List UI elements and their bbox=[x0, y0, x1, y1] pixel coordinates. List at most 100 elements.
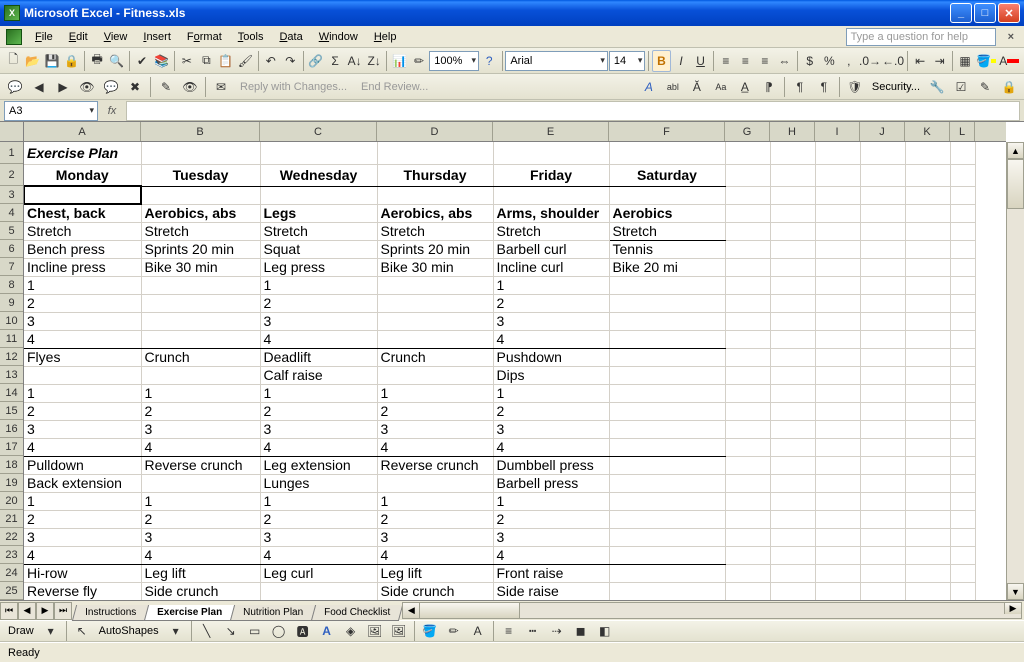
cell-L7[interactable] bbox=[950, 258, 975, 276]
cell-D24[interactable]: Leg lift bbox=[377, 564, 493, 582]
cell-H25[interactable] bbox=[770, 582, 815, 600]
cell-B19[interactable] bbox=[141, 474, 260, 492]
menu-window[interactable]: Window bbox=[312, 29, 365, 45]
print-icon[interactable]: 🖶 bbox=[88, 50, 107, 72]
cell-L14[interactable] bbox=[950, 384, 975, 402]
cell-A21[interactable]: 2 bbox=[24, 510, 141, 528]
cell-C14[interactable]: 1 bbox=[260, 384, 377, 402]
cell-D17[interactable]: 4 bbox=[377, 438, 493, 456]
percent-icon[interactable]: % bbox=[820, 50, 839, 72]
cell-H10[interactable] bbox=[770, 312, 815, 330]
cell-D21[interactable]: 2 bbox=[377, 510, 493, 528]
fx-icon[interactable]: fx bbox=[102, 101, 122, 121]
currency-icon[interactable]: $ bbox=[801, 50, 820, 72]
cell-C18[interactable]: Leg extension bbox=[260, 456, 377, 474]
text-a3-icon[interactable]: Aa bbox=[710, 76, 732, 98]
cell-B18[interactable]: Reverse crunch bbox=[141, 456, 260, 474]
cell-F10[interactable] bbox=[609, 312, 725, 330]
cell-E19[interactable]: Barbell press bbox=[493, 474, 609, 492]
cell-C5[interactable]: Stretch bbox=[260, 222, 377, 240]
cell-H18[interactable] bbox=[770, 456, 815, 474]
menu-file[interactable]: File bbox=[28, 29, 60, 45]
row-header-22[interactable]: 22 bbox=[0, 528, 23, 546]
cell-B25[interactable]: Side crunch bbox=[141, 582, 260, 600]
maximize-button[interactable]: □ bbox=[974, 3, 996, 23]
cell-D11[interactable] bbox=[377, 330, 493, 348]
cell-I2[interactable] bbox=[815, 164, 860, 186]
row-header-3[interactable]: 3 bbox=[0, 186, 23, 204]
cell-E10[interactable]: 3 bbox=[493, 312, 609, 330]
cell-A14[interactable]: 1 bbox=[24, 384, 141, 402]
cell-J9[interactable] bbox=[860, 294, 905, 312]
cell-G5[interactable] bbox=[725, 222, 770, 240]
cell-J16[interactable] bbox=[860, 420, 905, 438]
cell-J19[interactable] bbox=[860, 474, 905, 492]
cell-E25[interactable]: Side raise bbox=[493, 582, 609, 600]
cell-K7[interactable] bbox=[905, 258, 950, 276]
col-header-L[interactable]: L bbox=[950, 122, 975, 141]
picture-icon[interactable]: 🖼 bbox=[388, 620, 410, 642]
copy-icon[interactable]: ⧉ bbox=[197, 50, 216, 72]
cell-A4[interactable]: Chest, back bbox=[24, 204, 141, 222]
align-left-icon[interactable]: ≡ bbox=[717, 50, 736, 72]
row-header-12[interactable]: 12 bbox=[0, 348, 23, 366]
cell-L12[interactable] bbox=[950, 348, 975, 366]
cell-A15[interactable]: 2 bbox=[24, 402, 141, 420]
cell-G12[interactable] bbox=[725, 348, 770, 366]
cell-E3[interactable] bbox=[493, 186, 609, 204]
cell-F22[interactable] bbox=[609, 528, 725, 546]
cell-L15[interactable] bbox=[950, 402, 975, 420]
text-dir2-icon[interactable]: ¶ bbox=[813, 76, 835, 98]
cell-E2[interactable]: Friday bbox=[493, 164, 609, 186]
cell-D2[interactable]: Thursday bbox=[377, 164, 493, 186]
cell-G23[interactable] bbox=[725, 546, 770, 564]
cell-E14[interactable]: 1 bbox=[493, 384, 609, 402]
cell-K23[interactable] bbox=[905, 546, 950, 564]
cell-B24[interactable]: Leg lift bbox=[141, 564, 260, 582]
cell-I20[interactable] bbox=[815, 492, 860, 510]
cell-A16[interactable]: 3 bbox=[24, 420, 141, 438]
cell-C2[interactable]: Wednesday bbox=[260, 164, 377, 186]
cell-H8[interactable] bbox=[770, 276, 815, 294]
cell-E23[interactable]: 4 bbox=[493, 546, 609, 564]
cell-C7[interactable]: Leg press bbox=[260, 258, 377, 276]
decrease-decimal-icon[interactable]: ←.0 bbox=[882, 50, 904, 72]
merge-center-icon[interactable]: ⇔ bbox=[775, 50, 794, 72]
cell-C20[interactable]: 1 bbox=[260, 492, 377, 510]
cell-L17[interactable] bbox=[950, 438, 975, 456]
cell-D1[interactable] bbox=[377, 142, 493, 164]
cell-A8[interactable]: 1 bbox=[24, 276, 141, 294]
row-header-17[interactable]: 17 bbox=[0, 438, 23, 456]
cell-I3[interactable] bbox=[815, 186, 860, 204]
cell-L22[interactable] bbox=[950, 528, 975, 546]
align-center-icon[interactable]: ≡ bbox=[736, 50, 755, 72]
help-icon[interactable]: ? bbox=[480, 50, 499, 72]
cell-L3[interactable] bbox=[950, 186, 975, 204]
cell-K16[interactable] bbox=[905, 420, 950, 438]
textbox-icon[interactable]: 🅰 bbox=[292, 620, 314, 642]
cell-L2[interactable] bbox=[950, 164, 975, 186]
cell-K18[interactable] bbox=[905, 456, 950, 474]
cell-B17[interactable]: 4 bbox=[141, 438, 260, 456]
cell-F19[interactable] bbox=[609, 474, 725, 492]
cell-E4[interactable]: Arms, shoulder bbox=[493, 204, 609, 222]
cell-H24[interactable] bbox=[770, 564, 815, 582]
cell-C17[interactable]: 4 bbox=[260, 438, 377, 456]
cell-H12[interactable] bbox=[770, 348, 815, 366]
cell-B2[interactable]: Tuesday bbox=[141, 164, 260, 186]
cell-F7[interactable]: Bike 20 mi bbox=[609, 258, 725, 276]
cell-B5[interactable]: Stretch bbox=[141, 222, 260, 240]
cell-I8[interactable] bbox=[815, 276, 860, 294]
cell-F1[interactable] bbox=[609, 142, 725, 164]
cell-K4[interactable] bbox=[905, 204, 950, 222]
cell-D15[interactable]: 2 bbox=[377, 402, 493, 420]
cell-K11[interactable] bbox=[905, 330, 950, 348]
cell-C13[interactable]: Calf raise bbox=[260, 366, 377, 384]
cell-J13[interactable] bbox=[860, 366, 905, 384]
fill-color-icon[interactable]: 🪣 bbox=[975, 50, 997, 72]
cell-J2[interactable] bbox=[860, 164, 905, 186]
cell-K19[interactable] bbox=[905, 474, 950, 492]
workbook-icon[interactable] bbox=[6, 29, 22, 45]
vertical-scrollbar[interactable]: ▲ ▼ bbox=[1006, 142, 1024, 600]
sort-desc-icon[interactable]: Z↓ bbox=[365, 50, 384, 72]
